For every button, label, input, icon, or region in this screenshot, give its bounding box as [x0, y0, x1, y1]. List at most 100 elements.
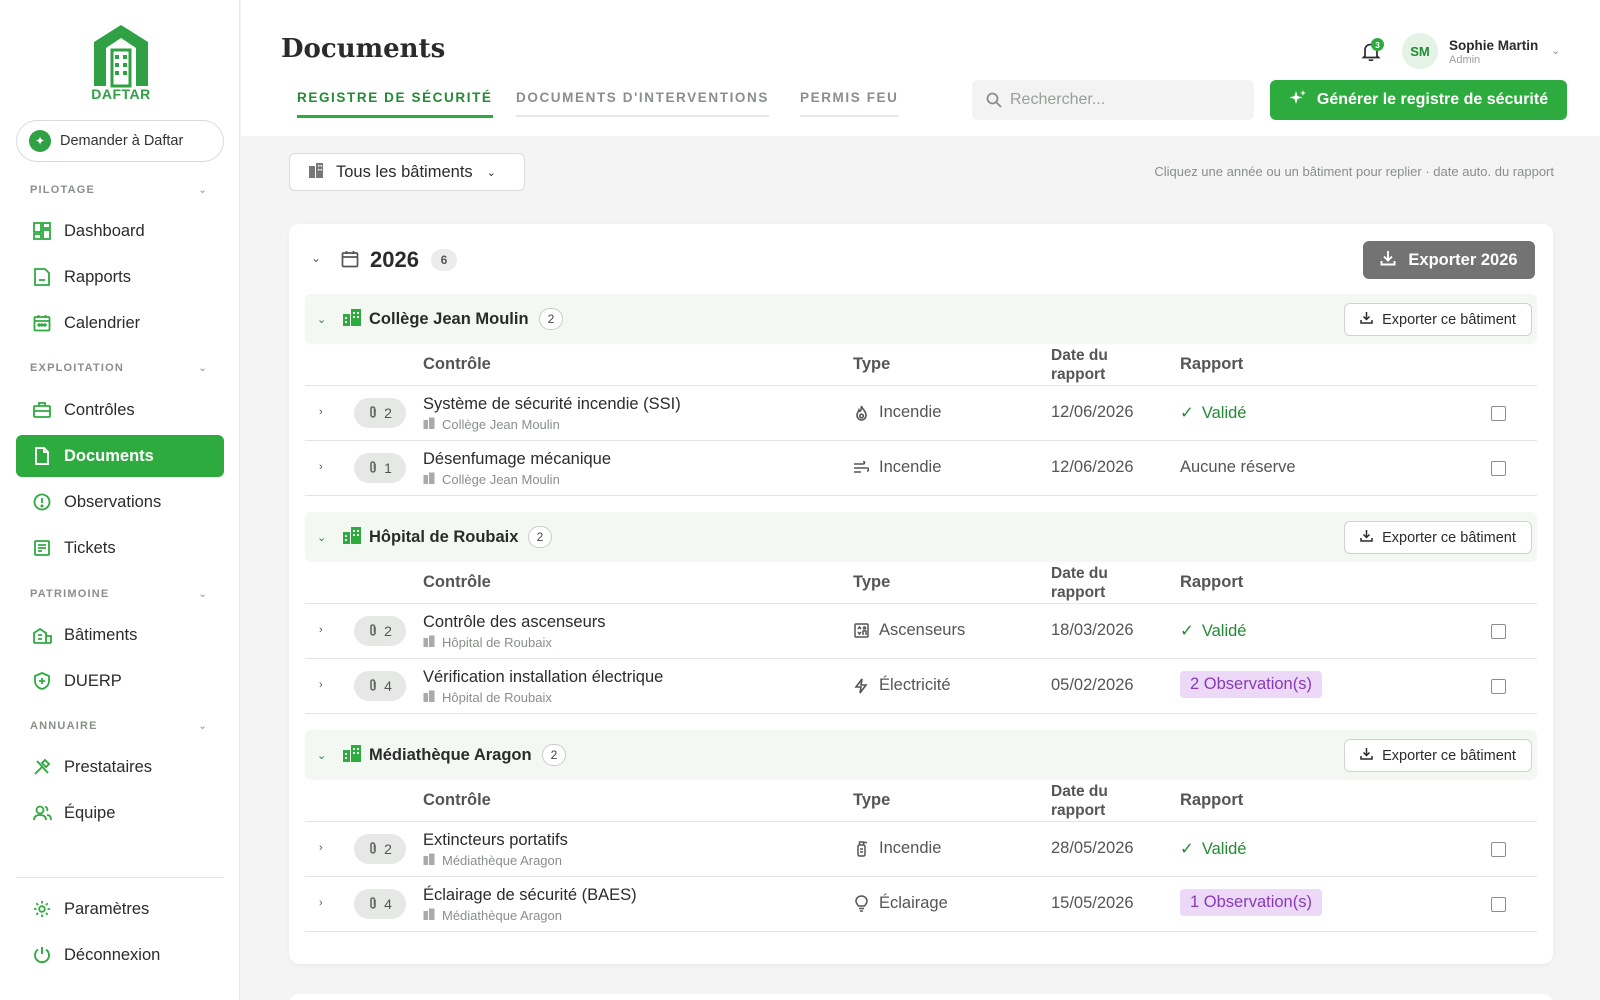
- sidebar-item-label: Dashboard: [64, 221, 145, 240]
- search-input[interactable]: [1010, 91, 1230, 109]
- chevron-right-icon[interactable]: ›: [319, 624, 323, 636]
- row-checkbox[interactable]: [1491, 406, 1506, 421]
- sidebar-item-rapports[interactable]: Rapports: [16, 256, 224, 298]
- attachments-badge[interactable]: 2: [354, 398, 406, 428]
- attachments-badge[interactable]: 4: [354, 889, 406, 919]
- check-icon: ✓: [1180, 840, 1194, 858]
- column-header-type[interactable]: Type: [853, 791, 890, 810]
- column-header-rapport[interactable]: Rapport: [1180, 355, 1243, 374]
- report-status[interactable]: 1 Observation(s): [1180, 889, 1322, 916]
- report-date: 28/05/2026: [1051, 839, 1134, 857]
- section-pilotage[interactable]: PILOTAGE ⌄: [30, 184, 208, 196]
- building-group-header[interactable]: ⌄ Hôpital de Roubaix 2 Exporter ce bâtim…: [305, 512, 1537, 562]
- chevron-right-icon[interactable]: ›: [319, 842, 323, 854]
- generate-registry-button[interactable]: Générer le registre de sécurité: [1270, 80, 1567, 120]
- chevron-right-icon[interactable]: ›: [319, 406, 323, 418]
- column-header-rapport[interactable]: Rapport: [1180, 573, 1243, 592]
- tab-registre-securite[interactable]: REGISTRE DE SÉCURITÉ: [297, 90, 493, 118]
- attachments-badge[interactable]: 2: [354, 616, 406, 646]
- column-header-controle[interactable]: Contrôle: [423, 791, 491, 810]
- attachments-badge[interactable]: 2: [354, 834, 406, 864]
- building-group-header[interactable]: ⌄ Collège Jean Moulin 2 Exporter ce bâti…: [305, 294, 1537, 344]
- export-building-button[interactable]: Exporter ce bâtiment: [1344, 739, 1532, 772]
- section-label: ANNUAIRE: [30, 720, 98, 732]
- table-row[interactable]: › 4 Vérification installation électrique…: [305, 659, 1537, 714]
- column-header-rapport[interactable]: Rapport: [1180, 791, 1243, 810]
- sidebar-item-dashboard[interactable]: Dashboard: [16, 210, 224, 252]
- row-checkbox[interactable]: [1491, 897, 1506, 912]
- row-checkbox[interactable]: [1491, 679, 1506, 694]
- user-name[interactable]: Sophie Martin: [1449, 38, 1538, 53]
- control-title[interactable]: Éclairage de sécurité (BAES): [423, 886, 637, 905]
- bulb-icon: [853, 895, 869, 912]
- tab-documents-interventions[interactable]: DOCUMENTS D'INTERVENTIONS: [516, 90, 769, 117]
- table-row[interactable]: › 2 Extincteurs portatifs Médiathèque Ar…: [305, 822, 1537, 877]
- sidebar-item-observations[interactable]: Observations: [16, 481, 224, 523]
- ask-daftar-button[interactable]: ✦ Demander à Daftar: [16, 120, 224, 162]
- tab-permis-feu[interactable]: PERMIS FEU: [800, 90, 899, 117]
- sidebar-item-calendrier[interactable]: Calendrier: [16, 302, 224, 344]
- attachments-badge[interactable]: 4: [354, 671, 406, 701]
- sidebar-item-equipe[interactable]: Équipe: [16, 792, 224, 834]
- column-header-date[interactable]: Date du rapport: [1051, 346, 1108, 384]
- building-filter-select[interactable]: Tous les bâtiments ⌄: [289, 153, 525, 191]
- export-building-button[interactable]: Exporter ce bâtiment: [1344, 303, 1532, 336]
- next-card-edge: [289, 994, 1553, 1000]
- year-header[interactable]: ⌄ 2026 6 Exporter 2026: [289, 224, 1553, 294]
- table-row[interactable]: › 2 Système de sécurité incendie (SSI) C…: [305, 386, 1537, 441]
- report-status[interactable]: 2 Observation(s): [1180, 671, 1322, 698]
- chevron-down-icon[interactable]: ⌄: [317, 749, 326, 762]
- avatar[interactable]: SM: [1402, 33, 1438, 69]
- sidebar-item-deconnexion[interactable]: Déconnexion: [16, 934, 224, 976]
- control-title[interactable]: Système de sécurité incendie (SSI): [423, 395, 681, 414]
- column-header-type[interactable]: Type: [853, 355, 890, 374]
- row-checkbox[interactable]: [1491, 461, 1506, 476]
- building-count-badge: 2: [542, 744, 566, 766]
- table-row[interactable]: › 4 Éclairage de sécurité (BAES) Médiath…: [305, 877, 1537, 932]
- control-type: Incendie: [853, 458, 941, 477]
- chevron-down-icon: ⌄: [198, 184, 208, 196]
- sidebar-item-parametres[interactable]: Paramètres: [16, 888, 224, 930]
- export-building-button[interactable]: Exporter ce bâtiment: [1344, 521, 1532, 554]
- column-header-date[interactable]: Date du rapport: [1051, 564, 1108, 602]
- control-title[interactable]: Désenfumage mécanique: [423, 450, 611, 469]
- daftar-logo[interactable]: DAFTAR: [86, 22, 156, 106]
- section-patrimoine[interactable]: PATRIMOINE ⌄: [30, 588, 208, 600]
- chevron-right-icon[interactable]: ›: [319, 679, 323, 691]
- control-title[interactable]: Vérification installation électrique: [423, 668, 663, 687]
- sidebar-item-controles[interactable]: Contrôles: [16, 389, 224, 431]
- control-title[interactable]: Extincteurs portatifs: [423, 831, 568, 850]
- search-box[interactable]: [972, 80, 1254, 120]
- attachments-badge[interactable]: 1: [354, 453, 406, 483]
- column-header-type[interactable]: Type: [853, 573, 890, 592]
- chevron-right-icon[interactable]: ›: [319, 897, 323, 909]
- chevron-down-icon[interactable]: ⌄: [1551, 44, 1560, 57]
- sidebar-item-label: Tickets: [64, 538, 116, 557]
- section-exploitation[interactable]: EXPLOITATION ⌄: [30, 362, 208, 374]
- sidebar-item-duerp[interactable]: DUERP: [16, 660, 224, 702]
- team-icon: [32, 803, 52, 823]
- table-row[interactable]: › 2 Contrôle des ascenseurs Hôpital de R…: [305, 604, 1537, 659]
- chevron-right-icon[interactable]: ›: [319, 461, 323, 473]
- column-header-controle[interactable]: Contrôle: [423, 355, 491, 374]
- chevron-down-icon[interactable]: ⌄: [317, 313, 326, 326]
- control-type: Incendie: [853, 839, 941, 858]
- chevron-down-icon[interactable]: ⌄: [317, 531, 326, 544]
- sidebar-item-prestataires[interactable]: Prestataires: [16, 746, 224, 788]
- sidebar-item-documents[interactable]: Documents: [16, 435, 224, 477]
- control-type-label: Incendie: [879, 403, 942, 421]
- row-checkbox[interactable]: [1491, 624, 1506, 639]
- column-header-controle[interactable]: Contrôle: [423, 573, 491, 592]
- row-checkbox[interactable]: [1491, 842, 1506, 857]
- column-header-date[interactable]: Date du rapport: [1051, 782, 1108, 820]
- attachments-count: 2: [384, 841, 392, 857]
- power-icon: [32, 945, 52, 965]
- sidebar-item-tickets[interactable]: Tickets: [16, 527, 224, 569]
- export-year-button[interactable]: Exporter 2026: [1363, 241, 1535, 279]
- section-annuaire[interactable]: ANNUAIRE ⌄: [30, 720, 208, 732]
- chevron-down-icon[interactable]: ⌄: [311, 251, 321, 265]
- table-row[interactable]: › 1 Désenfumage mécanique Collège Jean M…: [305, 441, 1537, 496]
- building-group-header[interactable]: ⌄ Médiathèque Aragon 2 Exporter ce bâtim…: [305, 730, 1537, 780]
- sidebar-item-batiments[interactable]: Bâtiments: [16, 614, 224, 656]
- control-title[interactable]: Contrôle des ascenseurs: [423, 613, 606, 632]
